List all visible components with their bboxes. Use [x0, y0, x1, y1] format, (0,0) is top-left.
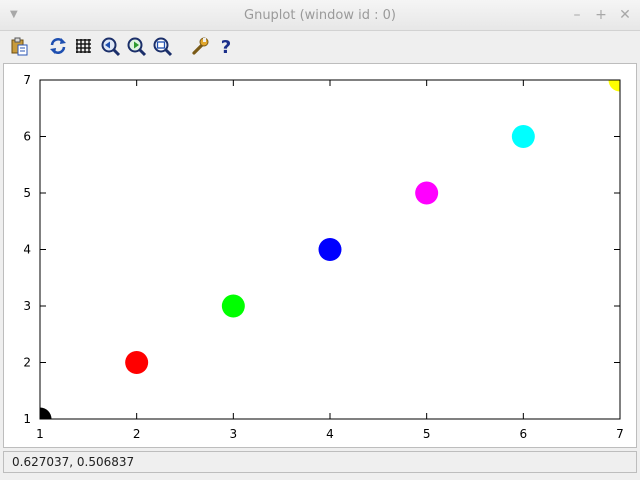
cursor-coordinates: 0.627037, 0.506837 [12, 455, 135, 469]
x-tick-label: 7 [616, 427, 624, 441]
clipboard-icon [11, 37, 28, 56]
y-tick-label: 4 [23, 243, 31, 257]
refresh-icon [50, 38, 66, 54]
window-title: Gnuplot (window id : 0) [244, 8, 396, 23]
zoom-back-icon [101, 37, 121, 57]
maximize-icon[interactable]: + [592, 6, 610, 24]
data-point [221, 294, 245, 318]
replot-button[interactable] [47, 35, 69, 57]
zoom-autoscale-icon [153, 37, 173, 57]
x-tick-label: 4 [326, 427, 334, 441]
settings-button[interactable] [189, 35, 211, 57]
previous-zoom-button[interactable] [99, 35, 121, 57]
title-bar[interactable]: ▼ Gnuplot (window id : 0) – + ✕ [0, 0, 640, 31]
status-bar: 0.627037, 0.506837 [3, 451, 637, 473]
wrench-icon [192, 37, 209, 55]
y-tick-label: 7 [23, 73, 31, 87]
scatter-chart[interactable]: 1 2 3 4 5 6 7 1 2 3 4 5 6 7 [4, 64, 636, 447]
toolbar: ? [0, 31, 640, 62]
autoscale-button[interactable] [151, 35, 173, 57]
data-point [511, 125, 535, 148]
plot-area[interactable]: 1 2 3 4 5 6 7 1 2 3 4 5 6 7 [3, 63, 637, 448]
minimize-icon[interactable]: – [568, 6, 586, 24]
x-tick-label: 1 [36, 427, 44, 441]
y-tick-label: 2 [23, 356, 31, 370]
copy-to-clipboard-button[interactable] [9, 35, 31, 57]
zoom-forward-icon [127, 37, 147, 57]
y-tick-label: 6 [23, 130, 31, 144]
x-tick-label: 5 [423, 427, 431, 441]
y-tick-label: 1 [23, 412, 31, 426]
svg-text:?: ? [221, 37, 231, 57]
data-point [125, 351, 149, 374]
gnuplot-window: ▼ Gnuplot (window id : 0) – + ✕ ? 1 2 3 … [0, 0, 640, 480]
help-button[interactable]: ? [215, 35, 237, 57]
data-point [318, 238, 342, 261]
data-point [415, 181, 439, 205]
close-icon[interactable]: ✕ [616, 6, 634, 24]
next-zoom-button[interactable] [125, 35, 147, 57]
x-tick-label: 6 [520, 427, 528, 441]
x-tick-label: 2 [133, 427, 141, 441]
y-tick-label: 3 [23, 299, 31, 313]
help-icon: ? [221, 37, 231, 57]
grid-icon [76, 39, 91, 53]
x-tick-label: 3 [230, 427, 238, 441]
grid-button[interactable] [73, 35, 95, 57]
y-tick-label: 5 [23, 186, 31, 200]
